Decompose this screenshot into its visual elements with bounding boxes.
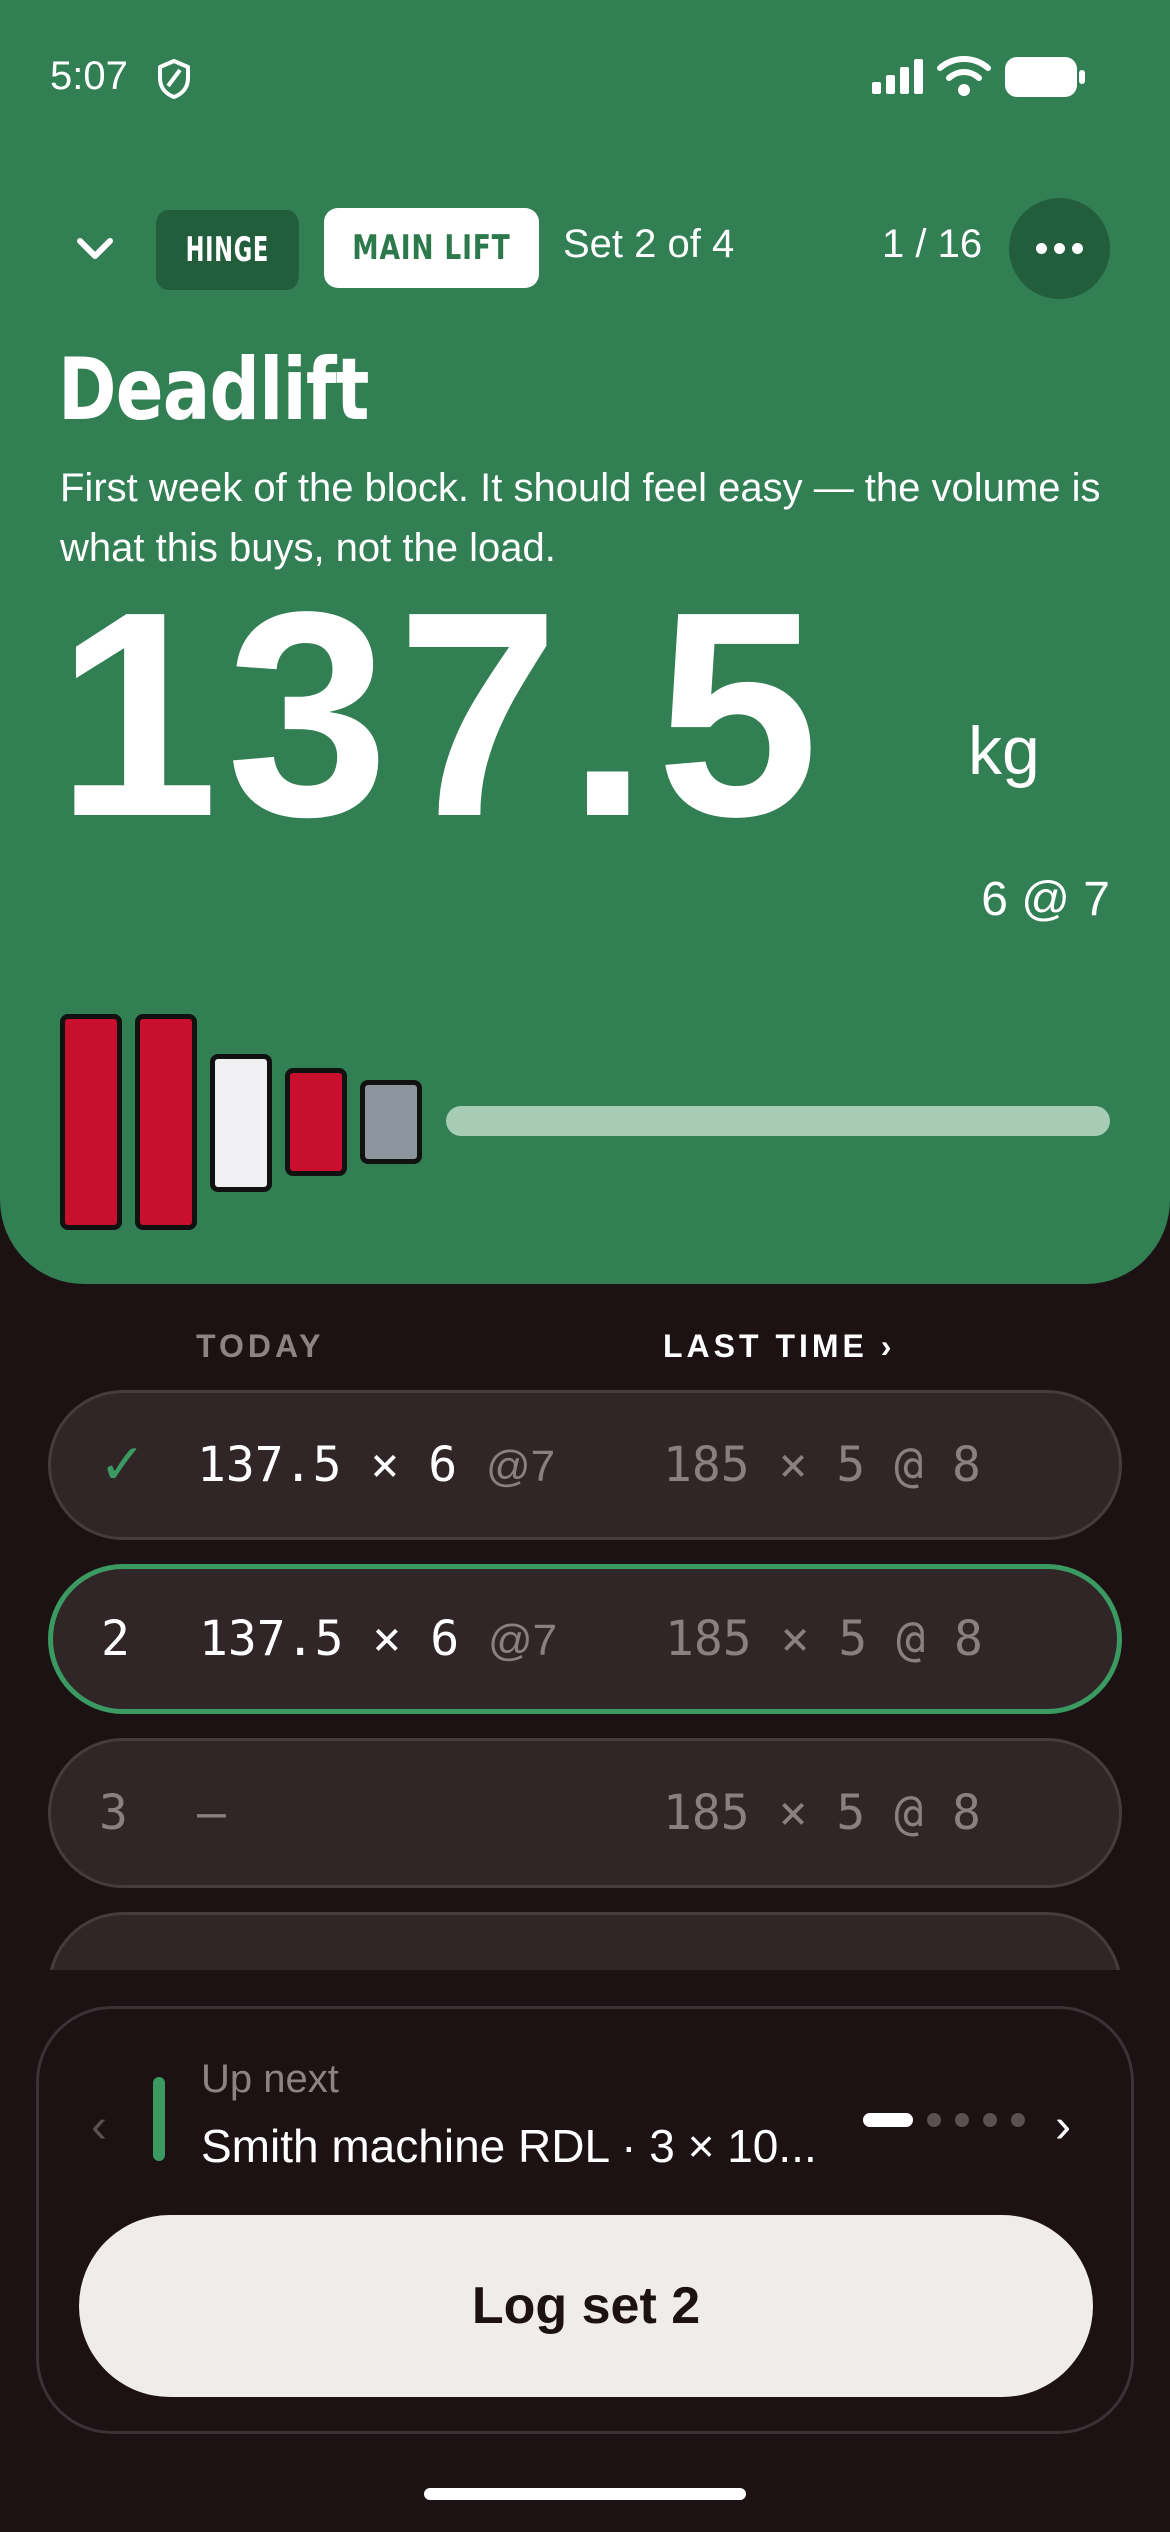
red-plate — [135, 1014, 197, 1230]
page-dots[interactable] — [863, 2113, 1025, 2127]
barbell-sleeve — [446, 1106, 1110, 1136]
next-chevron-icon[interactable]: › — [1055, 2099, 1071, 2154]
set-index: 2 — [101, 1611, 130, 1667]
more-button[interactable] — [1009, 198, 1110, 299]
set-row[interactable]: 4 — [48, 1912, 1122, 1970]
battery-icon — [1005, 57, 1085, 97]
home-indicator — [424, 2488, 746, 2500]
weight-unit: kg — [968, 713, 1040, 789]
set-index: 3 — [99, 1785, 128, 1841]
collapse-chevron-icon[interactable] — [72, 226, 118, 272]
exercise-title: Deadlift — [58, 340, 369, 440]
gray-plate — [360, 1080, 422, 1164]
set-row[interactable]: 3 – 185 × 5 @ 8 — [48, 1738, 1122, 1888]
exercise-progress: 1 / 16 — [882, 222, 983, 266]
log-set-button[interactable]: Log set 2 — [79, 2215, 1093, 2397]
set-today-value: – — [197, 1785, 226, 1841]
set-log-list[interactable]: ✓ 137.5 × 6 @7 185 × 5 @ 8 2 137.5 × 6 @… — [0, 1380, 1170, 1970]
today-column-header: TODAY — [196, 1328, 325, 1364]
set-today-value: 137.5 × 6 @7 — [199, 1611, 558, 1667]
up-next-exercise[interactable]: Smith machine RDL · 3 × 10... — [201, 2119, 861, 2173]
signal-icon — [872, 59, 923, 94]
set-label: Set 2 of 4 — [563, 222, 735, 266]
up-next-label: Up next — [201, 2057, 339, 2101]
page-dot — [955, 2113, 969, 2127]
page-dot — [927, 2113, 941, 2127]
up-next-accent — [153, 2077, 165, 2161]
set-last-value: 185 × 5 @ 8 — [663, 1437, 981, 1493]
more-dot-icon — [1054, 243, 1065, 254]
role-tag: MAIN LIFT — [324, 208, 539, 288]
last-time-link[interactable]: LAST TIME › — [663, 1328, 895, 1365]
page-dot — [983, 2113, 997, 2127]
set-last-value: 185 × 5 @ 8 — [665, 1611, 983, 1667]
more-dot-icon — [1072, 243, 1083, 254]
set-row-active[interactable]: 2 137.5 × 6 @7 185 × 5 @ 8 — [48, 1564, 1122, 1714]
target-weight[interactable]: 137.5 — [56, 568, 827, 860]
wifi-icon — [937, 56, 991, 96]
more-dot-icon — [1036, 243, 1047, 254]
red-plate — [60, 1014, 122, 1230]
previous-chevron-icon[interactable]: ‹ — [91, 2099, 107, 2154]
bottom-dock: ‹ Up next Smith machine RDL · 3 × 10... … — [36, 2006, 1134, 2434]
page-dot — [1011, 2113, 1025, 2127]
white-plate — [210, 1054, 272, 1192]
shield-icon — [158, 59, 190, 99]
set-last-value: 185 × 5 @ 8 — [663, 1785, 981, 1841]
completed-check-icon: ✓ — [99, 1432, 146, 1498]
status-time: 5:07 — [50, 54, 128, 98]
red-plate — [285, 1068, 347, 1176]
set-row[interactable]: ✓ 137.5 × 6 @7 185 × 5 @ 8 — [48, 1390, 1122, 1540]
category-tag: HINGE — [156, 210, 299, 290]
page-dot-active — [863, 2113, 913, 2127]
target-reps-rpe: 6 @ 7 — [981, 873, 1110, 926]
set-today-value: 137.5 × 6 @7 — [197, 1437, 556, 1493]
